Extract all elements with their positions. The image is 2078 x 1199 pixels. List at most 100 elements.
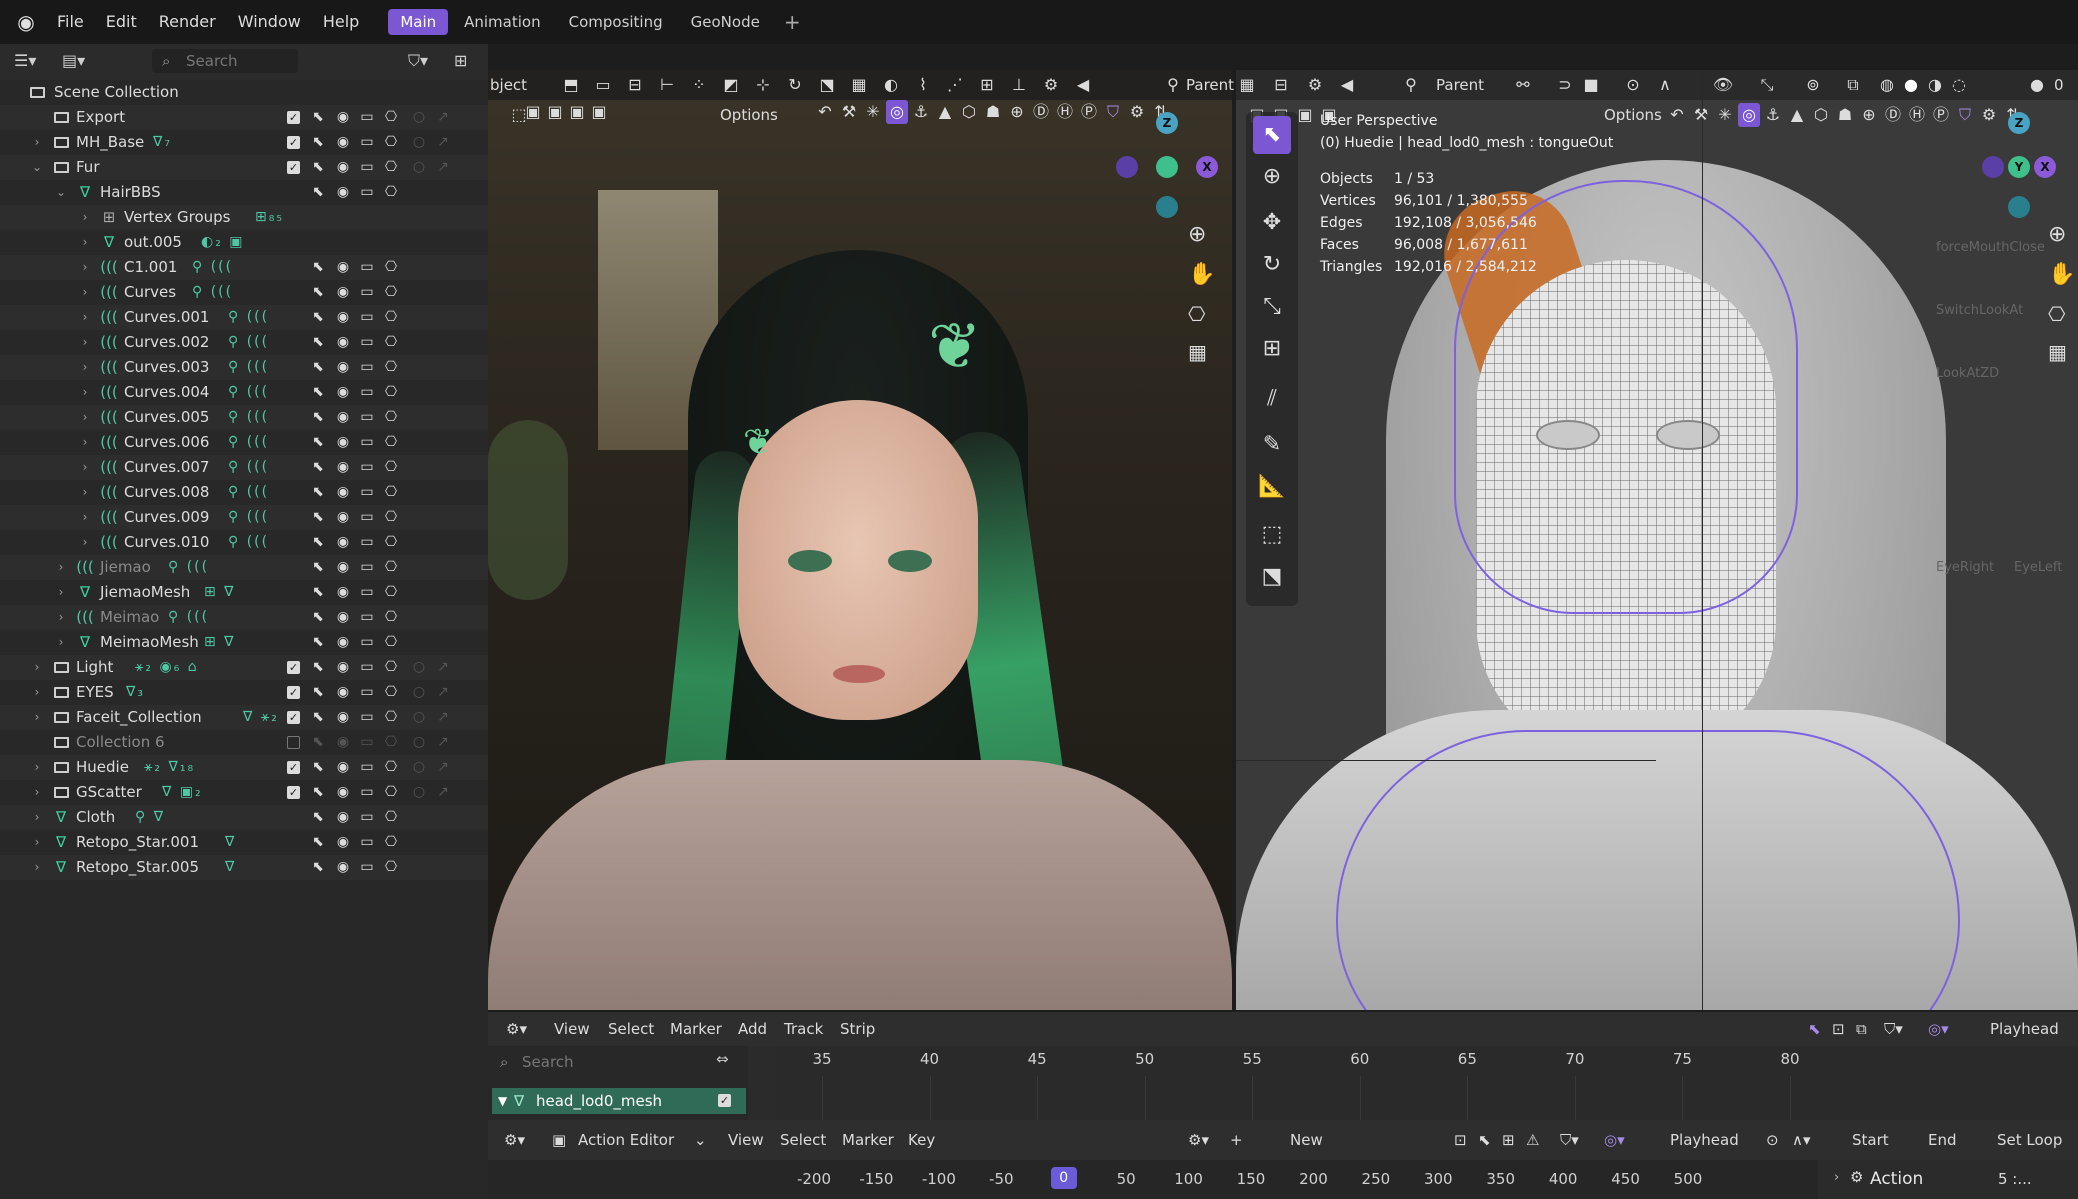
select-mode-2-icon[interactable]: ▣: [544, 100, 566, 124]
mesh-tool-icon[interactable]: ▲: [934, 100, 956, 124]
viewport-monitor-icon[interactable]: ▭: [357, 730, 377, 755]
chevron-right-icon[interactable]: ›: [30, 655, 44, 680]
outliner-row-badges[interactable]: ∇ ▣₂: [162, 780, 203, 805]
layout-icon[interactable]: ⊟: [1270, 73, 1292, 97]
holdout-icon[interactable]: ○: [409, 680, 429, 705]
outliner-row[interactable]: Export ✓ ⬉ ◉ ▭ ⎔ ○ ↗: [0, 105, 488, 130]
eye-icon[interactable]: ◉: [333, 430, 353, 455]
chevron-right-icon[interactable]: ›: [54, 605, 68, 630]
viewport-monitor-icon[interactable]: ▭: [357, 605, 377, 630]
select-arrow-icon[interactable]: ⬉: [308, 305, 328, 330]
stack-icon[interactable]: ⧉: [1856, 1017, 1867, 1041]
ghost-icon[interactable]: ☗: [982, 100, 1004, 124]
mode-dropdown[interactable]: Action Editor: [578, 1128, 674, 1152]
outliner-row[interactable]: › ∇ JiemaoMesh ⊞ ∇ ⬉ ◉ ▭ ⎔: [0, 580, 488, 605]
neg-x-axis-icon[interactable]: [1116, 156, 1138, 178]
nav-gizmo-left[interactable]: Z X ⊕ ✋ ⎔ ▦: [1108, 112, 1228, 364]
render-camera-icon[interactable]: ⎔: [381, 830, 401, 855]
p-key-icon[interactable]: Ⓟ: [1930, 103, 1952, 127]
mesh-tool-icon[interactable]: ▲: [1786, 103, 1808, 127]
action-panel-value[interactable]: 5 :...: [1998, 1170, 2032, 1188]
eye-icon[interactable]: ◉: [333, 405, 353, 430]
eye-icon[interactable]: ◉: [333, 655, 353, 680]
select-arrow-icon[interactable]: ⬉: [308, 830, 328, 855]
chevron-right-icon[interactable]: ›: [78, 330, 92, 355]
zoom-icon[interactable]: ⊕: [1188, 222, 1206, 247]
eye-icon[interactable]: ◉: [333, 705, 353, 730]
editor-type-icon[interactable]: ⚙▾: [504, 1128, 525, 1152]
z-axis-icon[interactable]: Z: [2008, 112, 2030, 134]
eye-icon[interactable]: ◉: [333, 855, 353, 880]
indirect-only-icon[interactable]: ↗: [433, 755, 453, 780]
chevron-right-icon[interactable]: ›: [78, 505, 92, 530]
exclude-checkbox[interactable]: ✓: [287, 111, 300, 124]
timeline-frames-area[interactable]: 35 40 45 50 55 60 65 70 75 80: [776, 1046, 2078, 1120]
select-arrow-icon[interactable]: ⬉: [308, 255, 328, 280]
visibility-icon[interactable]: 👁: [1712, 73, 1734, 97]
eye-icon[interactable]: ◉: [333, 380, 353, 405]
viewport-monitor-icon[interactable]: ▭: [357, 455, 377, 480]
ae-menu-marker[interactable]: Marker: [842, 1128, 894, 1152]
pan-hand-icon[interactable]: ✋: [2048, 262, 2075, 287]
ortho-grid-icon[interactable]: ▦: [1188, 340, 1207, 364]
outliner-row[interactable]: › Faceit_Collection ∇ ⚹₂ ✓ ⬉ ◉ ▭ ⎔ ○ ↗: [0, 705, 488, 730]
chevron-right-icon[interactable]: ›: [30, 680, 44, 705]
timeline-menu-marker[interactable]: Marker: [670, 1017, 722, 1041]
d-key-icon[interactable]: Ⓓ: [1030, 100, 1052, 124]
outliner-row-badges[interactable]: ∇: [225, 830, 236, 855]
render-camera-icon[interactable]: ⎔: [381, 430, 401, 455]
globe-icon[interactable]: ⊕: [1006, 100, 1028, 124]
indirect-only-icon[interactable]: ↗: [433, 780, 453, 805]
proportional-dot-icon[interactable]: ⊙: [1622, 73, 1644, 97]
render-camera-icon[interactable]: ⎔: [381, 605, 401, 630]
render-camera-icon[interactable]: ⎔: [381, 280, 401, 305]
filter-icon[interactable]: ⛉▾: [1884, 1017, 1903, 1041]
shading-material-icon[interactable]: ◑: [1924, 73, 1946, 97]
outliner-row[interactable]: › EYES ∇₃ ✓ ⬉ ◉ ▭ ⎔ ○ ↗: [0, 680, 488, 705]
ghost-icon[interactable]: ☗: [1834, 103, 1856, 127]
end-button[interactable]: End: [1928, 1128, 1957, 1152]
outliner-row[interactable]: › (((Curves.009 ⚲ (((⬉ ◉ ▭ ⎔: [0, 505, 488, 530]
chevron-right-icon[interactable]: ›: [78, 530, 92, 555]
select-tool-icon[interactable]: ⬉: [1253, 116, 1291, 154]
snap-icon[interactable]: ◎▾: [1604, 1128, 1625, 1152]
eye-icon[interactable]: ◉: [333, 580, 353, 605]
playhead-dropdown[interactable]: Playhead: [1670, 1128, 1739, 1152]
magnet-icon[interactable]: ⊃: [1554, 73, 1576, 97]
outliner-row-badges[interactable]: ⊞ ∇: [204, 580, 236, 605]
set-loop-button[interactable]: Set Loop: [1997, 1128, 2062, 1152]
timeline-menu-track[interactable]: Track: [784, 1017, 823, 1041]
render-camera-icon[interactable]: ⎔: [381, 405, 401, 430]
transform-tool-icon[interactable]: ⊞: [1253, 330, 1291, 368]
viewport-monitor-icon[interactable]: ▭: [357, 530, 377, 555]
render-camera-icon[interactable]: ⎔: [381, 630, 401, 655]
outliner-row[interactable]: › MH_Base ∇₇ ✓ ⬉ ◉ ▭ ⎔ ○ ↗: [0, 130, 488, 155]
chevron-right-icon[interactable]: ›: [78, 205, 92, 230]
wrench-icon[interactable]: ⚒: [838, 100, 860, 124]
outliner-row[interactable]: › (((Jiemao ⚲ (((⬉ ◉ ▭ ⎔: [0, 555, 488, 580]
outliner-row[interactable]: › (((Curves.001 ⚲ (((⬉ ◉ ▭ ⎔: [0, 305, 488, 330]
select-arrow-icon[interactable]: ⬉: [308, 455, 328, 480]
eye-icon[interactable]: ◉: [333, 480, 353, 505]
chevron-right-icon[interactable]: ›: [78, 455, 92, 480]
outliner-row-badges[interactable]: ◐₂ ▣: [201, 230, 245, 255]
exclude-checkbox[interactable]: ✓: [287, 786, 300, 799]
outliner-row-badges[interactable]: ⚲ ∇: [135, 805, 165, 830]
render-camera-icon[interactable]: ⎔: [381, 255, 401, 280]
viewport-monitor-icon[interactable]: ▭: [357, 255, 377, 280]
eye-icon[interactable]: ◉: [333, 530, 353, 555]
outliner-search-input[interactable]: ⌕ Search: [152, 49, 298, 73]
select-cursor-icon[interactable]: ⬉: [1478, 1128, 1491, 1152]
eye-icon[interactable]: ◉: [333, 155, 353, 180]
collapse-icon[interactable]: ◀: [1336, 73, 1358, 97]
rotate-tool-icon[interactable]: ↻: [1253, 246, 1291, 284]
outliner-row[interactable]: › Light ⚹₂ ◉₆ ⌂ ✓ ⬉ ◉ ▭ ⎔ ○ ↗: [0, 655, 488, 680]
outliner-row-badges[interactable]: ⚹₂ ◉₆ ⌂: [135, 655, 199, 680]
outliner-row[interactable]: › ∇ out.005 ◐₂ ▣: [0, 230, 488, 255]
draw-tool-icon[interactable]: ✎: [1253, 426, 1291, 464]
outliner-row-badges[interactable]: ⚲ (((: [228, 405, 269, 430]
render-camera-icon[interactable]: ⎔: [381, 680, 401, 705]
chevron-right-icon[interactable]: ›: [78, 230, 92, 255]
select-arrow-icon[interactable]: ⬉: [308, 405, 328, 430]
outliner-row-badges[interactable]: ⚲ (((: [168, 605, 209, 630]
